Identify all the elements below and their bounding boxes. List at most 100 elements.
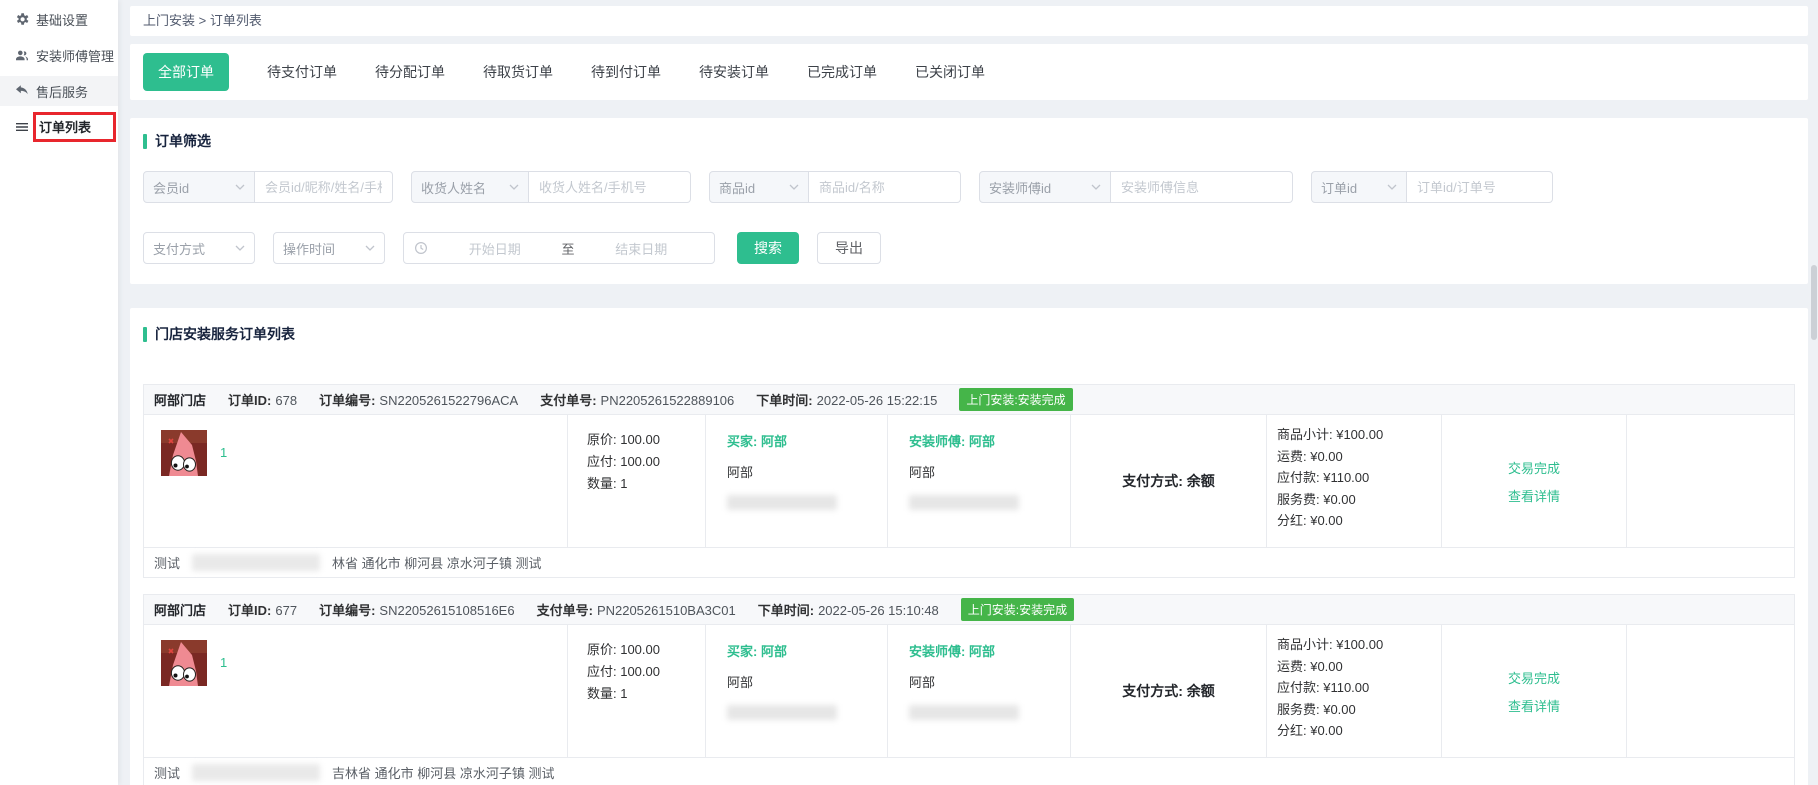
address-prefix: 测试 — [154, 763, 180, 782]
order-status-tabs: 全部订单 待支付订单 待分配订单 待取货订单 待到付订单 待安装订单 已完成订单… — [130, 44, 1808, 100]
order-id-select[interactable]: 订单id — [1311, 171, 1407, 203]
pay-no: 支付单号:PN2205261522889106 — [540, 390, 734, 409]
orders-title-text: 门店安装服务订单列表 — [155, 324, 295, 344]
address-blurred-segment — [192, 554, 320, 571]
start-date-placeholder[interactable]: 开始日期 — [432, 239, 558, 258]
amount-payable: 应付款: ¥110.00 — [1277, 467, 1441, 489]
chevron-down-icon — [789, 184, 799, 190]
tab-unassigned-orders[interactable]: 待分配订单 — [375, 62, 445, 82]
buyer-phone-blurred — [727, 495, 837, 510]
amount-shipping: 运费: ¥0.00 — [1277, 656, 1441, 678]
buyer-title: 买家: 阿部 — [727, 641, 887, 660]
amount-subtotal: 商品小计: ¥100.00 — [1277, 634, 1441, 656]
order-no: 订单编号:SN22052615108516E6 — [319, 600, 515, 619]
filter-receiver-name-group: 收货人姓名 — [411, 171, 691, 203]
order-address-row: 测试 林省 通化市 柳河县 凉水河子镇 测试 — [144, 547, 1794, 577]
order-block-677: 阿部门店 订单ID:677 订单编号:SN22052615108516E6 支付… — [143, 594, 1795, 785]
end-date-placeholder[interactable]: 结束日期 — [579, 239, 705, 258]
store-name[interactable]: 阿部门店 — [154, 600, 206, 619]
tab-cod-orders[interactable]: 待到付订单 — [591, 62, 661, 82]
pay-method-select[interactable]: 支付方式 — [143, 232, 255, 264]
sidebar-item-installer-management[interactable]: 安装师傅管理 — [0, 40, 118, 70]
filter-installer-id-group: 安装师傅id — [979, 171, 1293, 203]
tab-closed-orders[interactable]: 已关闭订单 — [915, 62, 985, 82]
patrick-star-product-image — [161, 430, 207, 476]
address-text: 吉林省 通化市 柳河县 凉水河子镇 测试 — [332, 763, 554, 782]
amount-payable: 应付款: ¥110.00 — [1277, 677, 1441, 699]
actions-cell: 交易完成 查看详情 — [1442, 415, 1627, 547]
tab-pending-install-orders[interactable]: 待安装订单 — [699, 62, 769, 82]
tab-unpaid-orders[interactable]: 待支付订单 — [267, 62, 337, 82]
sidebar-item-aftersale-service[interactable]: 售后服务 — [0, 76, 118, 106]
section-title-bar — [143, 134, 147, 149]
view-detail-link[interactable]: 查看详情 — [1508, 486, 1560, 505]
scrollbar-thumb[interactable] — [1811, 265, 1817, 340]
price-quantity: 数量: 1 — [587, 683, 705, 705]
actions-cell: 交易完成 查看详情 — [1442, 625, 1627, 757]
section-title-bar — [143, 327, 147, 342]
price-cell: 原价: 100.00 应付: 100.00 数量: 1 — [568, 415, 706, 547]
view-detail-link[interactable]: 查看详情 — [1508, 696, 1560, 715]
order-id-input[interactable] — [1407, 171, 1553, 203]
search-button[interactable]: 搜索 — [737, 232, 799, 264]
tab-pickup-orders[interactable]: 待取货订单 — [483, 62, 553, 82]
tab-completed-orders[interactable]: 已完成订单 — [807, 62, 877, 82]
order-body: 1 原价: 100.00 应付: 100.00 数量: 1 买家: 阿部 阿部 … — [144, 415, 1794, 547]
operate-time-select[interactable]: 操作时间 — [273, 232, 385, 264]
date-range-picker[interactable]: 开始日期 至 结束日期 — [403, 232, 715, 264]
price-payable: 应付: 100.00 — [587, 451, 705, 473]
filter-section-title: 订单筛选 — [143, 131, 1795, 151]
breadcrumb: 上门安装 > 订单列表 — [130, 6, 1808, 36]
installer-id-select[interactable]: 安装师傅id — [979, 171, 1111, 203]
sidebar-item-basic-settings[interactable]: 基础设置 — [0, 4, 118, 34]
order-list-icon — [15, 120, 29, 134]
goods-id-select[interactable]: 商品id — [709, 171, 809, 203]
store-name[interactable]: 阿部门店 — [154, 390, 206, 409]
member-id-select[interactable]: 会员id — [143, 171, 255, 203]
tab-all-orders[interactable]: 全部订单 — [143, 53, 229, 91]
export-button[interactable]: 导出 — [817, 232, 881, 264]
installer-info-input[interactable] — [1111, 171, 1293, 203]
patrick-star-product-image — [161, 640, 207, 686]
filter-member-id-group: 会员id — [143, 171, 393, 203]
page-scrollbar[interactable] — [1810, 0, 1818, 785]
sidebar-item-label: 基础设置 — [36, 10, 88, 29]
product-cell: 1 — [144, 625, 568, 757]
installer-name: 阿部 — [909, 462, 1070, 481]
select-value: 收货人姓名 — [421, 178, 486, 197]
price-original: 原价: 100.00 — [587, 639, 705, 661]
product-cell: 1 — [144, 415, 568, 547]
users-icon — [15, 48, 29, 62]
amount-subtotal: 商品小计: ¥100.00 — [1277, 424, 1441, 446]
pay-no: 支付单号:PN2205261510BA3C01 — [537, 600, 736, 619]
order-header: 阿部门店 订单ID:677 订单编号:SN22052615108516E6 支付… — [144, 595, 1794, 625]
receiver-name-select[interactable]: 收货人姓名 — [411, 171, 529, 203]
member-id-input[interactable] — [255, 171, 393, 203]
sidebar-item-order-list[interactable]: 订单列表 — [0, 112, 118, 142]
buyer-title: 买家: 阿部 — [727, 431, 887, 450]
goods-id-input[interactable] — [809, 171, 961, 203]
payment-method-cell: 支付方式: 余额 — [1071, 625, 1267, 757]
installer-cell: 安装师傅: 阿部 阿部 — [888, 625, 1071, 757]
address-blurred-segment — [192, 764, 320, 781]
gear-icon — [15, 12, 29, 26]
aftersale-icon — [15, 84, 29, 98]
amount-service-fee: 服务费: ¥0.00 — [1277, 489, 1441, 511]
status-badge: 上门安装:安装完成 — [959, 388, 1072, 411]
order-id: 订单ID:678 — [228, 390, 297, 409]
chevron-down-icon — [365, 245, 375, 251]
select-value: 支付方式 — [153, 239, 205, 258]
address-prefix: 测试 — [154, 553, 180, 572]
receiver-name-input[interactable] — [529, 171, 691, 203]
select-value: 订单id — [1321, 178, 1357, 197]
sidebar-item-label-annotated: 订单列表 — [33, 112, 116, 142]
select-value: 安装师傅id — [989, 178, 1051, 197]
filter-row-2: 支付方式 操作时间 开始日期 至 结束日期 搜索 导出 — [143, 232, 1795, 264]
clock-icon — [414, 241, 428, 255]
product-quantity: 1 — [220, 655, 227, 670]
orders-section-title: 门店安装服务订单列表 — [143, 324, 1795, 344]
status-badge: 上门安装:安装完成 — [961, 598, 1074, 621]
order-address-row: 测试 吉林省 通化市 柳河县 凉水河子镇 测试 — [144, 757, 1794, 785]
installer-name: 阿部 — [909, 672, 1070, 691]
select-value: 会员id — [153, 178, 189, 197]
